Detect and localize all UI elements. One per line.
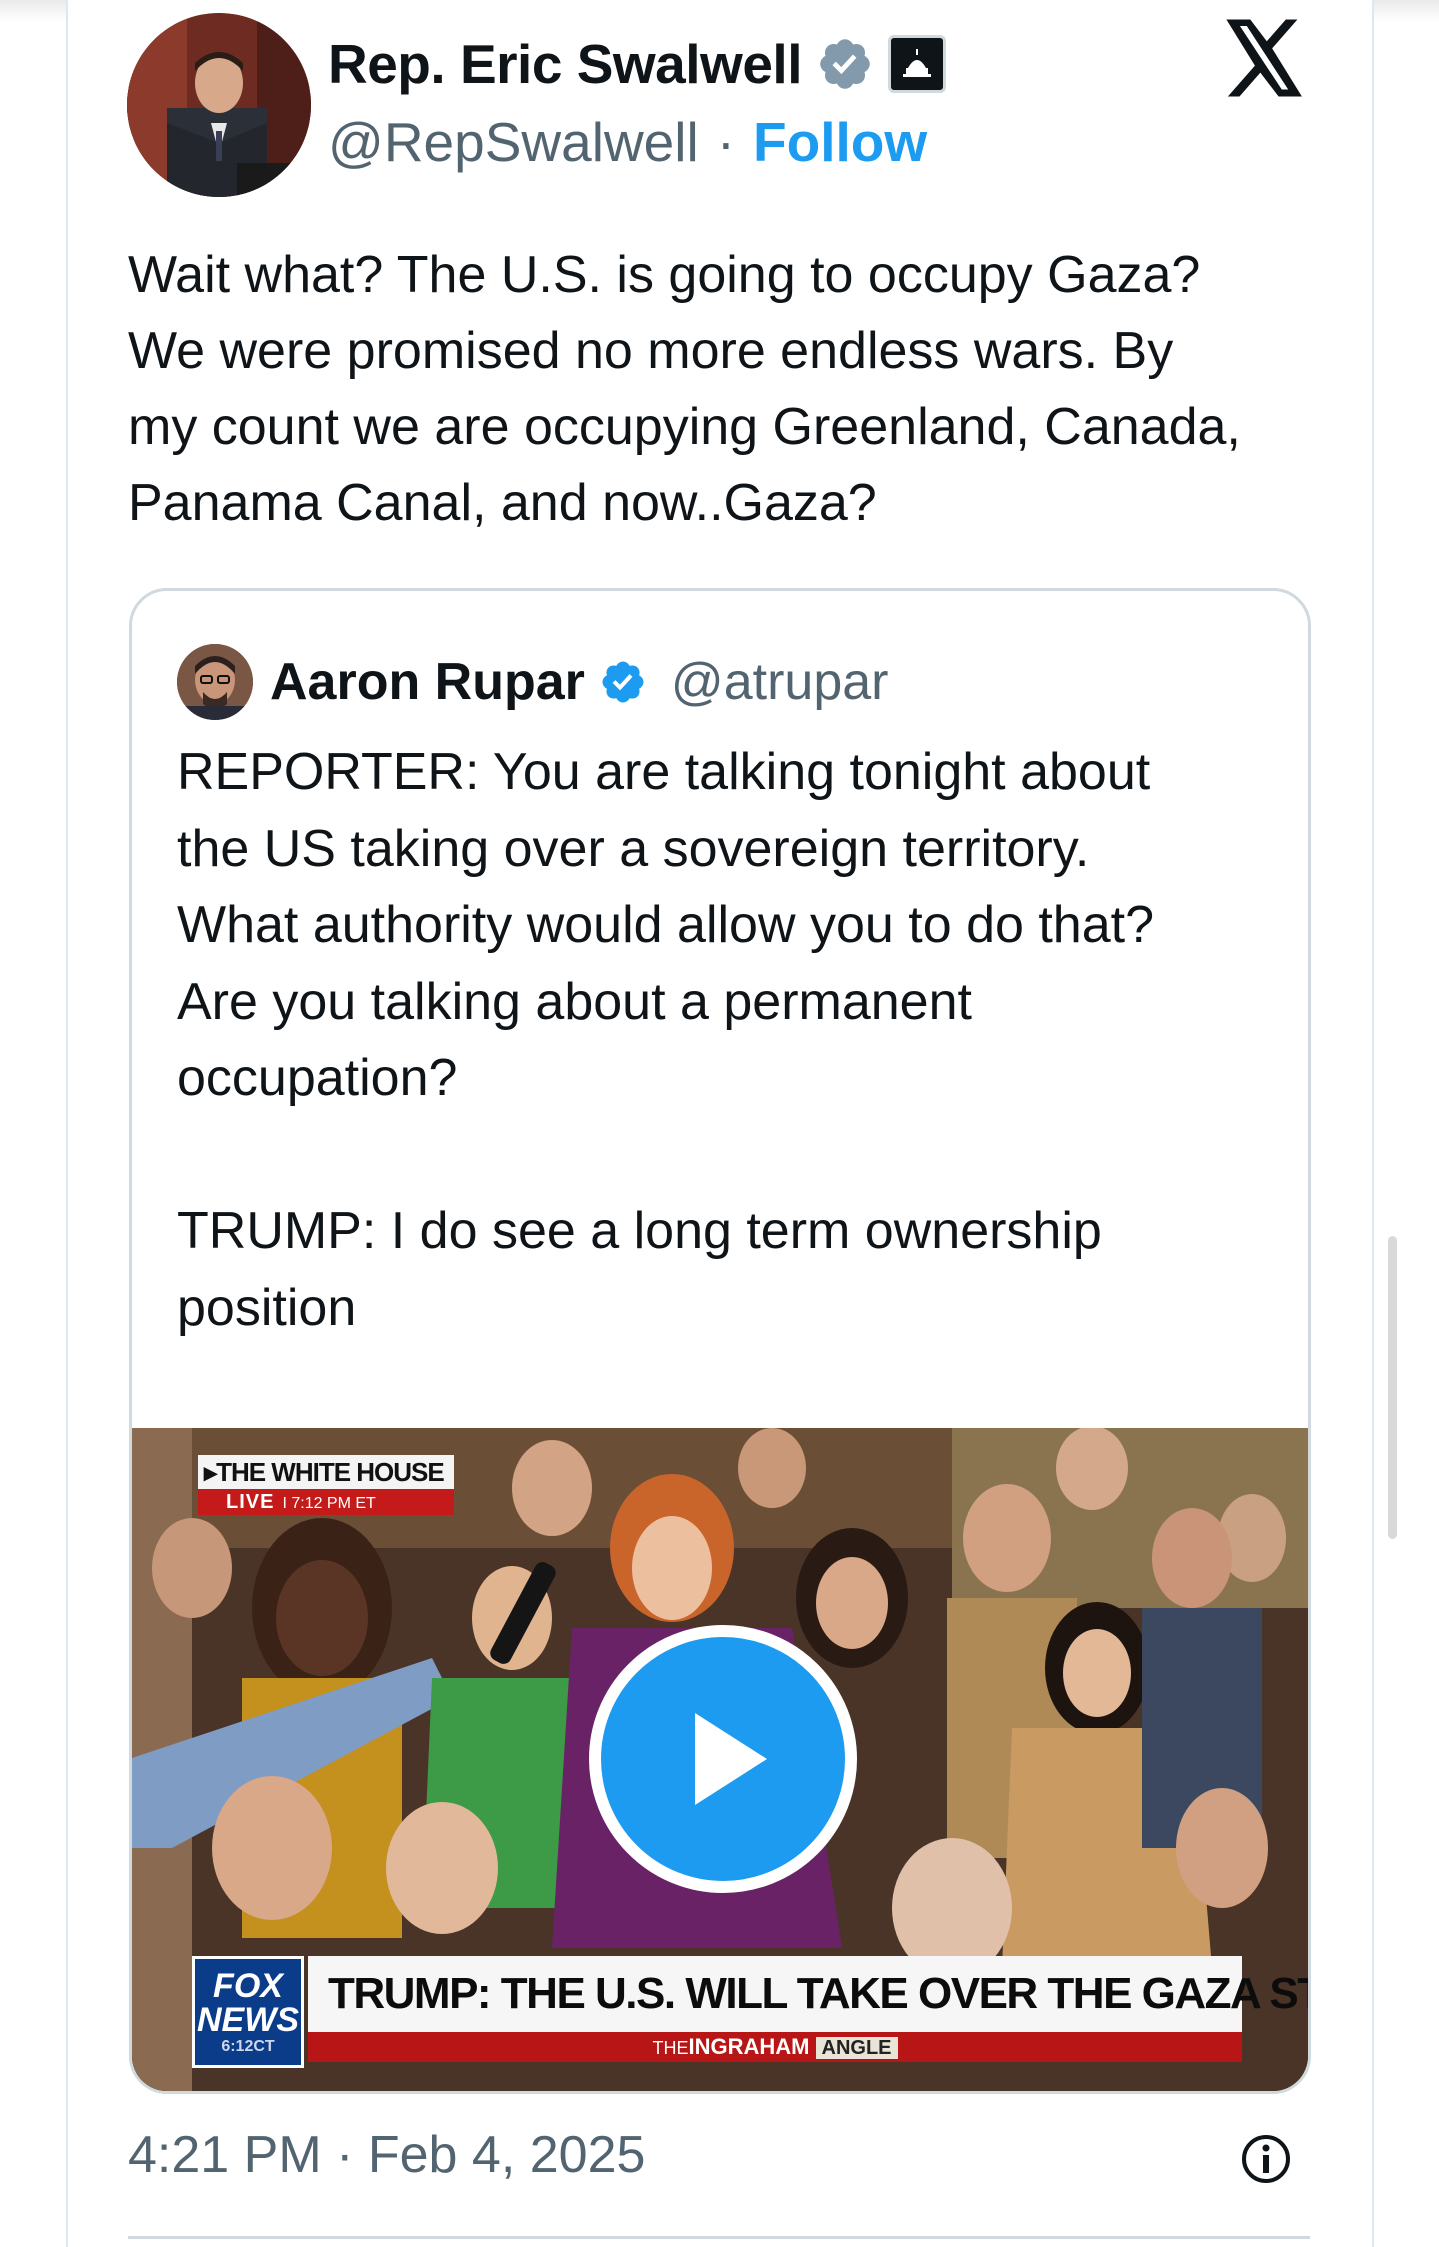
play-icon (695, 1713, 767, 1805)
live-label: LIVE (226, 1491, 275, 1513)
quoted-author-handle[interactable]: @atrupar (671, 652, 889, 712)
show-prefix: THE (652, 2038, 689, 2058)
scrollbar[interactable] (1388, 1236, 1397, 1539)
verified-badge-icon (599, 658, 647, 706)
quoted-author-row: Aaron Rupar @atrupar (270, 645, 888, 719)
show-suffix: ANGLE (815, 2037, 898, 2059)
divider (128, 2236, 1310, 2239)
live-time: I 7:12 PM ET (282, 1495, 376, 1512)
info-icon[interactable] (1240, 2133, 1292, 2185)
quoted-tweet-text: REPORTER: You are talking tonight about … (177, 743, 1155, 1337)
network-local-time: 6:12CT (221, 2038, 275, 2055)
live-bug: ▸THE WHITE HOUSE LIVE I 7:12 PM ET (198, 1455, 454, 1515)
live-bug-status: LIVE I 7:12 PM ET (198, 1489, 454, 1515)
network-logo-line1: FOX (213, 1967, 283, 2005)
quoted-tweet[interactable]: Aaron Rupar @atrupar REPORTER: You are t… (129, 588, 1311, 2094)
live-bug-title: ▸THE WHITE HOUSE (198, 1455, 454, 1489)
quoted-author-name[interactable]: Aaron Rupar (270, 652, 585, 712)
show-name: INGRAHAM (688, 2034, 810, 2059)
live-bug-title-text: THE WHITE HOUSE (216, 1457, 445, 1487)
capitol-dome-icon[interactable] (887, 35, 946, 93)
author-name-row: Rep. Eric Swalwell (328, 28, 946, 100)
verified-badge-icon (816, 35, 874, 93)
network-logo-line2: NEWS (197, 2001, 299, 2039)
video-player[interactable]: ▸THE WHITE HOUSE LIVE I 7:12 PM ET FOX NE… (132, 1428, 1308, 2091)
tweet-text: Wait what? The U.S. is going to occupy G… (128, 246, 1241, 532)
follow-button[interactable]: Follow (753, 110, 927, 174)
play-button[interactable] (589, 1625, 857, 1893)
author-avatar[interactable] (127, 13, 311, 197)
news-lower-third: FOX NEWS 6:12CT TRUMP: THE U.S. WILL TAK… (192, 1956, 1308, 2068)
news-headline: TRUMP: THE U.S. WILL TAKE OVER THE GAZA … (308, 1956, 1308, 2032)
quoted-author-avatar[interactable] (177, 644, 253, 720)
separator-dot: · (716, 111, 736, 173)
author-handle[interactable]: @RepSwalwell (328, 110, 699, 174)
network-logo: FOX NEWS 6:12CT (192, 1956, 304, 2068)
show-name-bar: THEINGRAHAM ANGLE (308, 2032, 1242, 2062)
author-handle-row: @RepSwalwell · Follow (328, 110, 927, 174)
tweet-timestamp[interactable]: 4:21 PM · Feb 4, 2025 (128, 2125, 645, 2185)
author-name[interactable]: Rep. Eric Swalwell (328, 32, 802, 96)
x-logo-icon[interactable] (1222, 18, 1306, 98)
